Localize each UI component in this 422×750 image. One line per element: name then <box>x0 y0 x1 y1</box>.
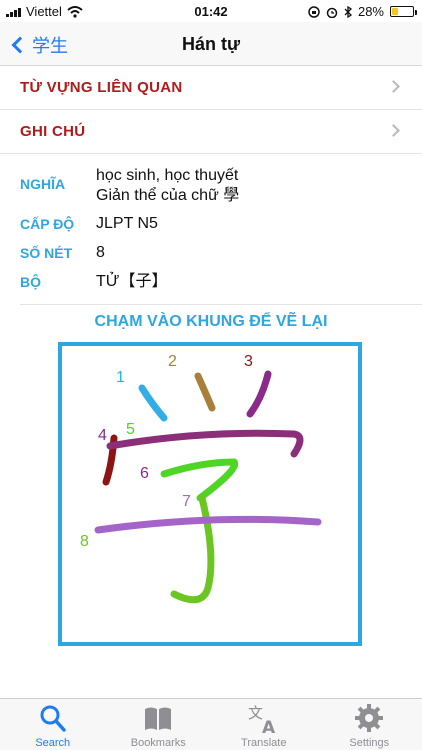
battery-icon <box>390 6 417 17</box>
stroke-number-4: 4 <box>98 427 107 444</box>
notes-row[interactable]: GHI CHÚ <box>0 110 422 154</box>
stroke-2 <box>194 372 216 412</box>
redraw-caption: CHẠM VÀO KHUNG ĐỂ VẼ LẠI <box>94 313 328 330</box>
divider <box>20 304 422 305</box>
stroke-number-3: 3 <box>244 353 253 370</box>
alarm-icon <box>326 7 338 18</box>
tab-bookmarks-label: Bookmarks <box>130 737 186 749</box>
stroke-1 <box>138 384 168 422</box>
related-vocab-label: TỪ VỰNG LIÊN QUAN <box>20 79 183 96</box>
strokes-value: 8 <box>96 244 105 261</box>
related-vocab-row[interactable]: TỪ VỰNG LIÊN QUAN <box>0 66 422 110</box>
stroke-6 <box>160 458 239 502</box>
stroke-7 <box>170 494 215 604</box>
stroke-number-8: 8 <box>80 533 89 550</box>
translate-icon: 文 A <box>248 704 276 735</box>
stroke-number-5: 5 <box>126 421 135 438</box>
radical-value: TỬ【子】 <box>96 273 168 290</box>
tab-translate[interactable]: 文 A Translate <box>211 699 317 750</box>
chevron-right-icon <box>387 124 400 137</box>
svg-text:文: 文 <box>248 704 263 722</box>
level-value: JLPT N5 <box>96 215 158 232</box>
tab-search[interactable]: Search <box>0 699 106 750</box>
meaning-line-1: học sinh, học thuyết <box>96 167 239 184</box>
rotation-lock-icon <box>308 5 320 18</box>
tab-translate-label: Translate <box>241 737 287 749</box>
page-title: Hán tự <box>181 34 241 54</box>
tab-bar: Search Bookmarks 文 A Translate Settings <box>0 698 422 750</box>
status-right: 28% <box>308 4 417 19</box>
meaning-key: NGHĨA <box>20 176 66 192</box>
notes-label: GHI CHÚ <box>20 123 86 140</box>
tab-bookmarks[interactable]: Bookmarks <box>106 699 212 750</box>
search-icon <box>40 705 66 732</box>
stroke-number-2: 2 <box>168 353 177 370</box>
stroke-number-7: 7 <box>182 493 191 510</box>
stroke-5 <box>106 429 304 458</box>
bluetooth-icon <box>344 5 352 18</box>
stroke-drawing: 1 2 3 4 5 6 7 8 <box>80 353 322 604</box>
radical-key: BỘ <box>20 274 41 290</box>
meaning-line-2: Giản thể của chữ 學 <box>96 187 240 204</box>
strokes-key: SỐ NÉT <box>20 245 73 261</box>
stroke-number-1: 1 <box>116 369 125 386</box>
book-icon <box>145 707 172 730</box>
gear-icon <box>355 704 384 732</box>
stroke-3 <box>246 370 272 418</box>
svg-text:A: A <box>262 718 276 735</box>
tab-search-label: Search <box>35 737 71 749</box>
chevron-right-icon <box>387 80 400 93</box>
navigation-bar: 学生 Hán tự <box>0 22 422 66</box>
status-bar: Viettel 01:42 28% <box>0 0 422 22</box>
stroke-order-canvas[interactable]: 1 2 3 4 5 6 7 8 <box>58 342 362 646</box>
level-key: CẤP ĐỘ <box>20 216 75 232</box>
battery-percent: 28% <box>357 4 384 19</box>
stroke-number-6: 6 <box>140 465 149 482</box>
tab-settings[interactable]: Settings <box>317 699 422 750</box>
tab-settings-label: Settings <box>349 737 390 749</box>
